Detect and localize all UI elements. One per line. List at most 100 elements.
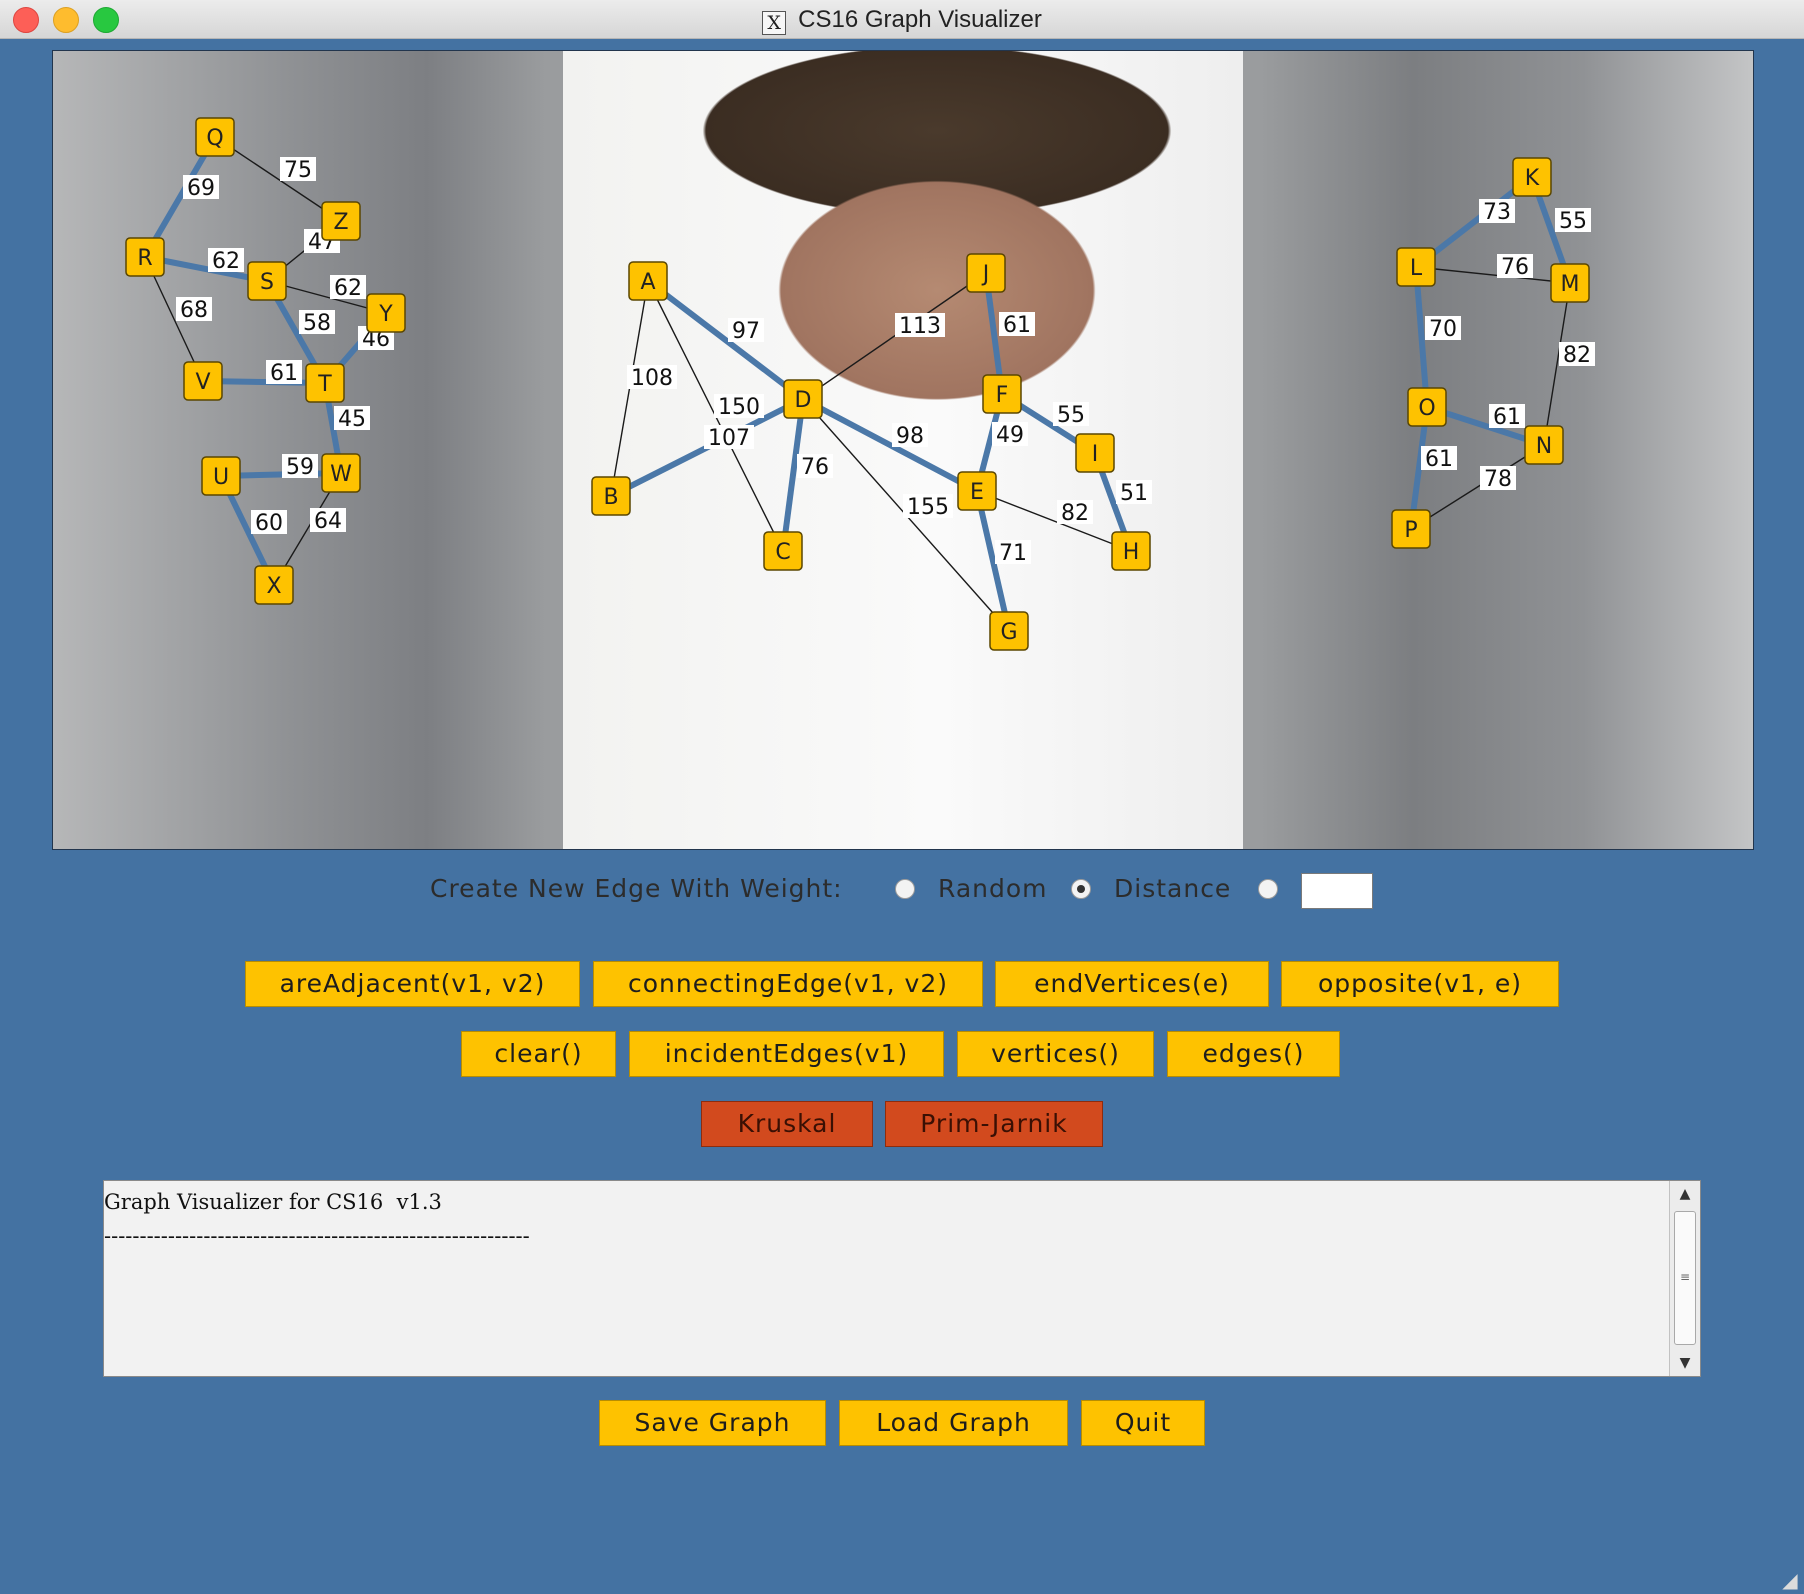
vertex-E[interactable]: E [957,471,997,511]
svg-text:L: L [1410,256,1423,281]
resize-grip-icon[interactable]: ◢ [1778,1568,1802,1592]
edge-weight-O-P: 61 [1421,446,1457,472]
svg-text:113: 113 [899,314,941,339]
edge-weight-D-J: 113 [895,313,945,339]
clear-button[interactable]: clear() [461,1031,616,1077]
window-title: CS16 Graph Visualizer [798,6,1042,33]
vertex-I[interactable]: I [1075,433,1115,473]
vertex-Y[interactable]: Y [366,293,406,333]
connecting-edge-button[interactable]: connectingEdge(v1, v2) [593,961,983,1007]
edge-weight-labels: 97 108 150 107 76 98 113 155 61 49 55 51 82 71 73 55 76 7… [176,157,1595,566]
window-title-area: X CS16 Graph Visualizer [0,6,1804,35]
svg-text:K: K [1525,166,1540,191]
svg-text:75: 75 [284,158,312,183]
vertex-S[interactable]: S [247,261,287,301]
svg-text:150: 150 [718,395,760,420]
vertex-O[interactable]: O [1407,387,1447,427]
svg-text:S: S [260,270,274,295]
console-line-2: ----------------------------------------… [104,1224,530,1248]
svg-text:108: 108 [631,366,673,391]
custom-weight-input[interactable] [1301,873,1373,909]
svg-text:E: E [970,480,984,505]
svg-text:98: 98 [896,424,924,449]
save-graph-button[interactable]: Save Graph [599,1400,826,1446]
svg-text:M: M [1561,272,1580,297]
vertex-Q[interactable]: Q [195,117,235,157]
vertex-Z[interactable]: Z [321,201,361,241]
svg-text:Z: Z [333,210,348,235]
svg-text:D: D [795,388,812,413]
custom-weight-radio[interactable] [1258,879,1278,899]
vertex-U[interactable]: U [201,456,241,496]
svg-text:61: 61 [270,361,298,386]
graph-drawing[interactable]: 97 108 150 107 76 98 113 155 61 49 55 51 82 71 73 55 76 7… [53,51,1753,849]
quit-button[interactable]: Quit [1081,1400,1205,1446]
svg-text:68: 68 [180,298,208,323]
edge-weight-A-D: 97 [728,318,764,344]
svg-text:71: 71 [999,541,1027,566]
edge-weight-U-X: 60 [251,510,287,536]
edge-weight-S-T: 58 [299,310,335,336]
svg-text:155: 155 [907,495,949,520]
vertex-M[interactable]: M [1550,263,1590,303]
svg-text:Y: Y [378,302,393,327]
edge-D-J[interactable] [802,272,987,400]
vertex-N[interactable]: N [1524,425,1564,465]
edge-weight-O-N: 61 [1489,404,1525,430]
opposite-button[interactable]: opposite(v1, e) [1281,961,1559,1007]
vertex-R[interactable]: R [125,237,165,277]
scroll-thumb[interactable]: ≡ [1674,1211,1696,1345]
output-console[interactable]: Graph Visualizer for CS16 v1.3 ----------… [103,1180,1701,1377]
svg-text:T: T [317,372,332,397]
kruskal-button[interactable]: Kruskal [701,1101,873,1147]
vertex-P[interactable]: P [1391,509,1431,549]
graph-canvas[interactable]: 97 108 150 107 76 98 113 155 61 49 55 51 82 71 73 55 76 7… [52,50,1754,850]
svg-text:J: J [981,262,990,287]
vertex-A[interactable]: A [628,261,668,301]
distance-radio[interactable] [1071,879,1091,899]
random-radio[interactable] [895,879,915,899]
svg-text:F: F [996,383,1009,408]
svg-text:I: I [1092,442,1099,467]
svg-text:76: 76 [1501,255,1529,280]
svg-text:58: 58 [303,311,331,336]
edge-weight-V-T: 61 [266,360,302,386]
edge-weight-T-W: 45 [334,406,370,432]
edge-L-M[interactable] [1415,266,1571,284]
edge-weight-W-X: 64 [310,508,346,534]
are-adjacent-button[interactable]: areAdjacent(v1, v2) [245,961,580,1007]
vertex-D[interactable]: D [783,379,823,419]
vertex-K[interactable]: K [1512,157,1552,197]
vertex-L[interactable]: L [1396,247,1436,287]
vertex-C[interactable]: C [763,531,803,571]
svg-text:Q: Q [206,126,223,151]
prim-jarnik-button[interactable]: Prim-Jarnik [885,1101,1103,1147]
vertex-J[interactable]: J [966,253,1006,293]
edge-weight-J-F: 61 [999,312,1035,338]
vertex-G[interactable]: G [989,611,1029,651]
edge-weight-D-G: 155 [903,494,953,520]
vertex-X[interactable]: X [254,565,294,605]
incident-edges-button[interactable]: incidentEdges(v1) [629,1031,944,1077]
svg-text:59: 59 [286,455,314,480]
load-graph-button[interactable]: Load Graph [839,1400,1068,1446]
scroll-down-icon[interactable]: ▼ [1670,1350,1700,1376]
vertex-B[interactable]: B [591,476,631,516]
vertex-F[interactable]: F [982,374,1022,414]
svg-text:82: 82 [1061,501,1089,526]
console-scrollbar[interactable]: ▲ ≡ ▼ [1669,1181,1700,1376]
end-vertices-button[interactable]: endVertices(e) [995,961,1269,1007]
distance-radio-label[interactable]: Distance [1114,874,1231,903]
edge-weight-F-I: 55 [1053,402,1089,428]
vertex-T[interactable]: T [305,363,345,403]
svg-text:45: 45 [338,407,366,432]
scroll-up-icon[interactable]: ▲ [1670,1181,1700,1207]
edge-weight-M-N: 82 [1559,342,1595,368]
vertex-H[interactable]: H [1111,531,1151,571]
vertex-W[interactable]: W [321,453,361,493]
random-radio-label[interactable]: Random [938,874,1048,903]
vertex-V[interactable]: V [183,361,223,401]
edges-button[interactable]: edges() [1167,1031,1340,1077]
vertices-button[interactable]: vertices() [957,1031,1154,1077]
svg-text:61: 61 [1493,405,1521,430]
